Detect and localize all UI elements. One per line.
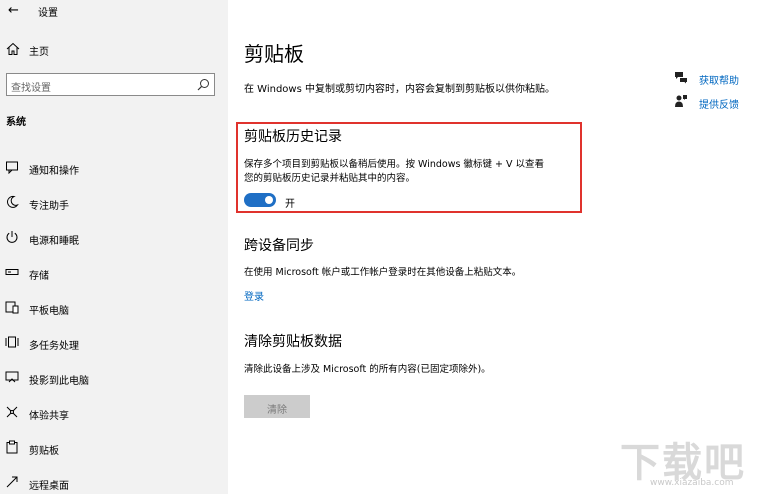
share-icon: [6, 406, 18, 418]
project-icon: [5, 371, 19, 383]
main-content: 剪贴板 在 Windows 中复制或剪切内容时，内容会复制到剪贴板以供你粘贴。 …: [228, 0, 762, 494]
get-help-link[interactable]: 获取帮助: [674, 70, 762, 87]
clipboard-history-heading: 剪贴板历史记录: [244, 129, 342, 145]
sidebar-item-power-sleep[interactable]: 电源和睡眠: [0, 226, 228, 250]
sidebar-item-label: 电源和睡眠: [29, 236, 79, 247]
clear-heading: 清除剪贴板数据: [244, 334, 342, 350]
sync-heading: 跨设备同步: [244, 238, 314, 254]
sidebar-home[interactable]: 主页: [0, 38, 228, 62]
notification-icon: [6, 161, 18, 174]
sidebar: ← 设置 主页 查找设置 系统 通知和操作 专注助手 电源和睡眠 存储 平板电脑…: [0, 0, 228, 494]
watermark-url: www.xiazaiba.com: [650, 478, 734, 488]
sidebar-item-label: 多任务处理: [29, 341, 79, 352]
watermark: 下载吧 www.xiazaiba.com: [620, 430, 760, 490]
sidebar-item-label: 存储: [29, 271, 49, 282]
sign-in-link[interactable]: 登录: [244, 288, 264, 303]
app-title: 设置: [38, 8, 58, 19]
sidebar-item-tablet[interactable]: 平板电脑: [0, 296, 228, 320]
title-bar: ← 设置: [0, 0, 228, 22]
sidebar-item-clipboard[interactable]: 剪贴板: [0, 436, 228, 460]
search-placeholder: 查找设置: [11, 83, 51, 94]
feedback-link[interactable]: 提供反馈: [674, 94, 762, 111]
sidebar-item-multitasking[interactable]: 多任务处理: [0, 331, 228, 355]
sidebar-item-label: 通知和操作: [29, 166, 79, 177]
storage-icon: [5, 269, 19, 275]
sidebar-home-label: 主页: [29, 47, 49, 58]
toggle-state-label: 开: [285, 199, 295, 210]
sidebar-item-label: 平板电脑: [29, 306, 69, 317]
clear-button-label: 清除: [267, 405, 287, 416]
toggle-knob: [265, 196, 273, 204]
clear-text: 清除此设备上涉及 Microsoft 的所有内容(已固定项除外)。: [244, 364, 491, 375]
clipboard-history-toggle[interactable]: [244, 193, 276, 207]
search-icon[interactable]: [197, 78, 210, 91]
multitask-icon: [5, 336, 19, 348]
sidebar-item-label: 远程桌面: [29, 481, 69, 492]
sidebar-item-storage[interactable]: 存储: [0, 261, 228, 285]
page-title: 剪贴板: [244, 42, 304, 66]
clear-button[interactable]: 清除: [244, 395, 310, 418]
clipboard-history-text-1: 保存多个项目到剪贴板以备稍后使用。按 Windows 徽标键 + V 以查看: [244, 159, 544, 170]
get-help-label: 获取帮助: [699, 76, 739, 87]
sidebar-item-label: 专注助手: [29, 201, 69, 212]
sidebar-item-focus-assist[interactable]: 专注助手: [0, 191, 228, 215]
sidebar-item-label: 体验共享: [29, 411, 69, 422]
feedback-icon: [675, 95, 687, 107]
sidebar-item-shared-experiences[interactable]: 体验共享: [0, 401, 228, 425]
sidebar-item-notifications[interactable]: 通知和操作: [0, 156, 228, 180]
section-label-system: 系统: [6, 117, 26, 128]
moon-icon: [6, 195, 19, 208]
help-chat-icon: [675, 72, 687, 84]
sidebar-item-project[interactable]: 投影到此电脑: [0, 366, 228, 390]
sidebar-item-label: 投影到此电脑: [29, 376, 89, 387]
search-input[interactable]: 查找设置: [6, 73, 215, 96]
sync-text: 在使用 Microsoft 帐户或工作帐户登录时在其他设备上粘贴文本。: [244, 267, 522, 278]
power-icon: [6, 231, 18, 243]
clipboard-icon: [6, 440, 18, 454]
page-description: 在 Windows 中复制或剪切内容时，内容会复制到剪贴板以供你粘贴。: [244, 84, 555, 95]
clipboard-history-text-2: 您的剪贴板历史记录并粘贴其中的内容。: [244, 173, 416, 184]
feedback-label: 提供反馈: [699, 100, 739, 111]
sidebar-item-remote-desktop[interactable]: 远程桌面: [0, 471, 228, 494]
home-icon: [6, 42, 20, 55]
remote-desktop-icon: [6, 476, 18, 488]
back-arrow-icon[interactable]: ←: [8, 3, 19, 18]
sidebar-item-label: 剪贴板: [29, 446, 59, 457]
tablet-icon: [5, 301, 19, 314]
